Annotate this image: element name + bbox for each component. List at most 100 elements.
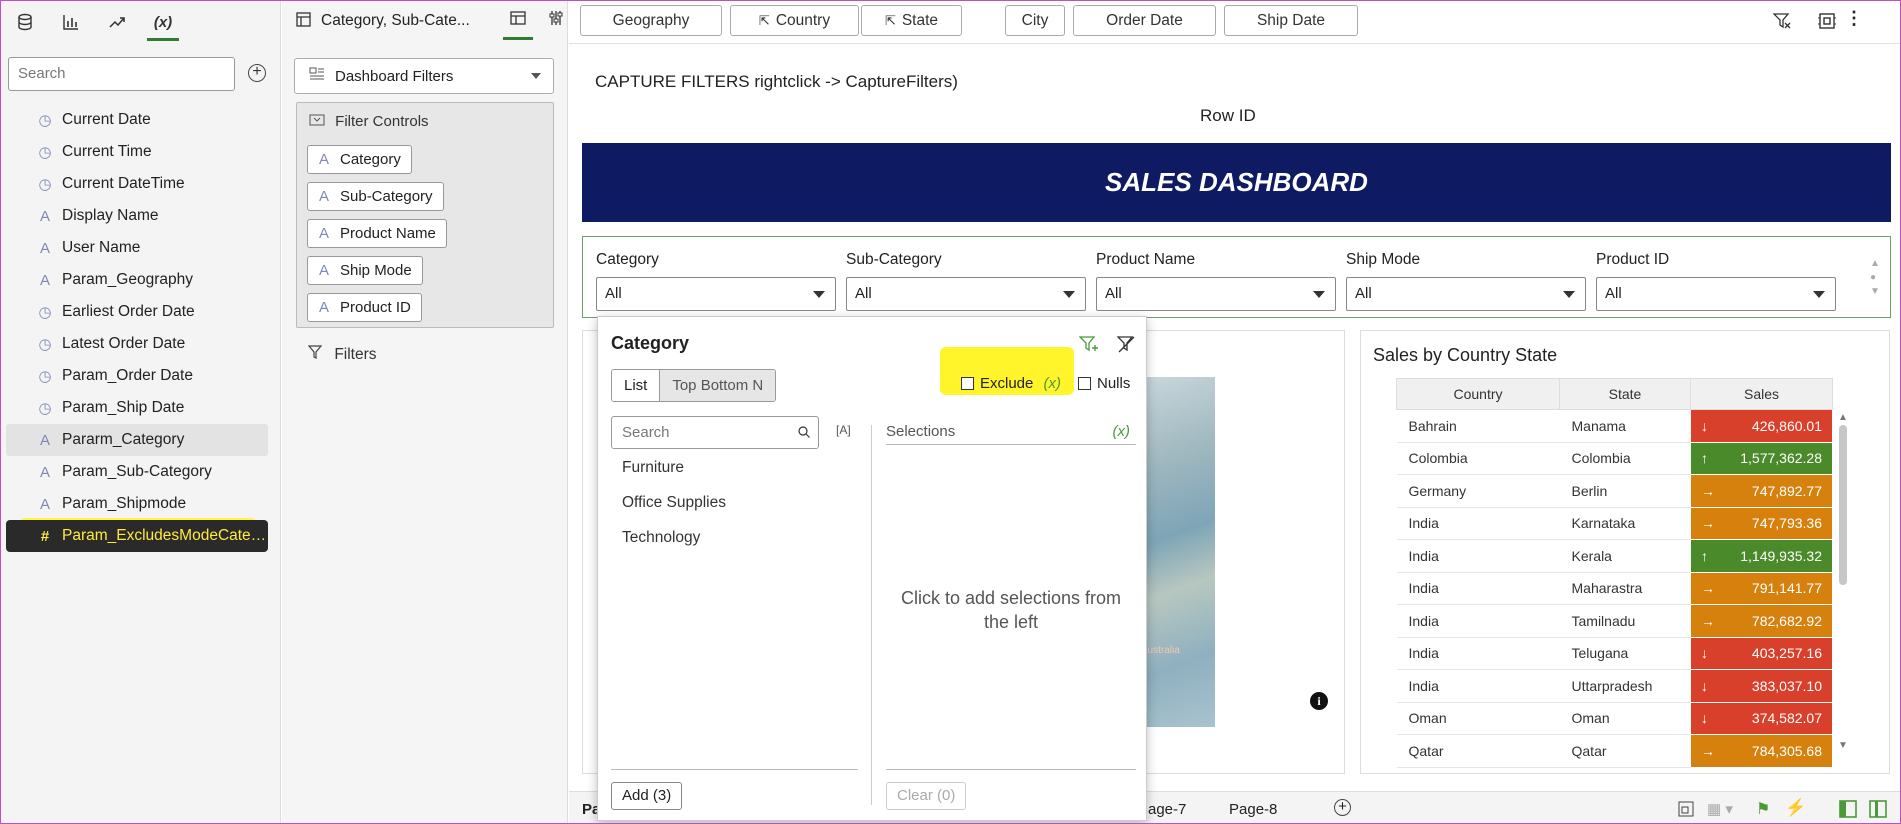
list-item[interactable]: Office Supplies: [622, 494, 726, 512]
filter-bar-scroll[interactable]: ▲ ● ▼: [1870, 257, 1882, 299]
pill-state[interactable]: ⇱ State: [861, 5, 962, 36]
table-row[interactable]: India Uttarpradesh ↓ 383,037.10: [1396, 669, 1833, 703]
list-item[interactable]: ◷ Param_Order Date: [0, 360, 281, 392]
col-header-sales[interactable]: Sales: [1690, 378, 1833, 410]
list-item[interactable]: ◷ Earliest Order Date: [0, 296, 281, 328]
tab-list[interactable]: List: [612, 370, 661, 401]
chip-product-id[interactable]: A Product ID: [307, 293, 422, 322]
chip-product-name[interactable]: A Product Name: [307, 219, 447, 248]
chip-label: Product Name: [340, 225, 436, 242]
table-scrollbar[interactable]: ▲ ▼: [1837, 412, 1849, 764]
list-item[interactable]: Technology: [622, 529, 700, 547]
filter-add-icon[interactable]: [1078, 335, 1099, 359]
visualization-title[interactable]: Category, Sub-Cate...: [321, 12, 491, 30]
pill-order-date[interactable]: Order Date: [1073, 5, 1216, 36]
variables-tab[interactable]: (x): [147, 9, 179, 41]
table-row[interactable]: Bahrain Manama ↓ 426,860.01: [1396, 409, 1833, 443]
panel-right-icon[interactable]: [1869, 800, 1887, 822]
chip-sub-category[interactable]: A Sub-Category: [307, 182, 444, 211]
filter-product-name-select[interactable]: All: [1096, 277, 1336, 311]
col-header-state[interactable]: State: [1559, 378, 1691, 410]
capture-filters-icon[interactable]: [1817, 11, 1837, 35]
pill-city[interactable]: City: [1005, 5, 1065, 36]
table-row[interactable]: India Telugana ↓ 403,257.16: [1396, 636, 1833, 670]
scroll-down-icon[interactable]: ▼: [1837, 740, 1849, 751]
variable-icon[interactable]: (x): [1113, 423, 1131, 440]
list-item[interactable]: # Param_ExcludesModeCate…: [6, 520, 268, 552]
cell-sales: → 782,682.92: [1690, 604, 1833, 638]
table-row[interactable]: Oman Oman ↓ 374,582.07: [1396, 701, 1833, 735]
page-tab-8[interactable]: Page-8: [1229, 801, 1277, 818]
col-header-country[interactable]: Country: [1396, 378, 1560, 410]
filter-ship-mode-select[interactable]: All: [1346, 277, 1586, 311]
clear-button[interactable]: Clear (0): [886, 782, 967, 810]
list-item[interactable]: A Display Name: [0, 200, 281, 232]
popup-tabs: List Top Bottom N: [611, 369, 777, 402]
nulls-option[interactable]: Nulls: [1078, 375, 1130, 392]
add-page-icon[interactable]: +: [1334, 799, 1351, 816]
table-row[interactable]: India Tamilnadu → 782,682.92: [1396, 604, 1833, 638]
layout-icon[interactable]: [503, 10, 533, 40]
chip-ship-mode[interactable]: A Ship Mode: [307, 256, 423, 285]
filter-clear-icon[interactable]: [1772, 12, 1791, 34]
exclude-option[interactable]: Exclude (x): [961, 375, 1061, 392]
table-row[interactable]: Colombia Colombia ↑ 1,577,362.28: [1396, 441, 1833, 475]
sales-value: 383,037.10: [1751, 677, 1822, 694]
list-item[interactable]: ◷ Current Time: [0, 136, 281, 168]
filter-remove-icon[interactable]: [1116, 335, 1137, 359]
table-row[interactable]: India Maharastra → 791,141.77: [1396, 571, 1833, 605]
text-param-icon: A: [319, 151, 330, 168]
list-item[interactable]: A User Name: [0, 232, 281, 264]
filter-product-id-select[interactable]: All: [1596, 277, 1836, 311]
popup-search-input[interactable]: Search: [611, 416, 819, 449]
pill-country[interactable]: ⇱ Country: [730, 5, 859, 36]
list-item[interactable]: ◷ Param_Ship Date: [0, 392, 281, 424]
brush-icon[interactable]: ⚑: [1756, 799, 1770, 819]
list-item[interactable]: A Param_Sub-Category: [0, 456, 281, 488]
search-input[interactable]: Search: [8, 57, 235, 91]
list-item[interactable]: A Param_Geography: [0, 264, 281, 296]
list-item[interactable]: Furniture: [622, 459, 684, 477]
scroll-up-icon[interactable]: ▲: [1837, 412, 1849, 423]
filters-section[interactable]: Filters: [307, 345, 377, 364]
list-item[interactable]: ◷ Latest Order Date: [0, 328, 281, 360]
panel-left-icon[interactable]: [1839, 800, 1857, 822]
variable-icon[interactable]: (x): [1044, 375, 1062, 392]
dashboard-filters-select[interactable]: Dashboard Filters: [294, 58, 554, 94]
nulls-checkbox[interactable]: [1078, 377, 1091, 390]
info-icon[interactable]: i: [1310, 692, 1328, 710]
exclude-checkbox[interactable]: [961, 377, 974, 390]
scroll-thumb[interactable]: [1839, 425, 1847, 585]
table-row[interactable]: Germany Berlin → 747,892.77: [1396, 474, 1833, 508]
grid-layout-icon[interactable]: ▦ ▾: [1707, 800, 1733, 818]
table-row[interactable]: India Kerala ↑ 1,149,935.32: [1396, 539, 1833, 573]
list-item[interactable]: A Pararm_Category: [6, 424, 268, 456]
table-row[interactable]: India Karnataka → 747,793.36: [1396, 506, 1833, 540]
table-row[interactable]: Qatar Qatar → 784,305.68: [1396, 734, 1833, 768]
funnel-icon: [307, 345, 326, 363]
pill-geography[interactable]: Geography: [580, 5, 722, 36]
auto-apply-icon[interactable]: ⚡: [1785, 798, 1806, 818]
list-item[interactable]: ◷ Current DateTime: [0, 168, 281, 200]
data-icon[interactable]: [12, 9, 38, 35]
page-tab-7[interactable]: age-7: [1148, 801, 1186, 818]
trend-icon[interactable]: [104, 9, 130, 35]
canvas-layout-icon[interactable]: [1677, 800, 1695, 822]
cell-sales: ↓ 403,257.16: [1690, 636, 1833, 670]
chip-category[interactable]: A Category: [307, 145, 412, 174]
add-button[interactable]: Add (3): [611, 782, 683, 810]
case-sensitive-icon[interactable]: [A]: [836, 423, 851, 437]
map-visual[interactable]: australia: [1140, 377, 1215, 727]
filter-sub-category-select[interactable]: All: [846, 277, 1086, 311]
tab-top-bottom-n[interactable]: Top Bottom N: [660, 370, 776, 401]
more-icon[interactable]: ⋮: [1845, 8, 1863, 29]
filter-product-id: Product ID All: [1596, 251, 1836, 311]
properties-icon[interactable]: [545, 10, 567, 32]
filter-category-select[interactable]: All: [596, 277, 836, 311]
list-item[interactable]: ◷ Current Date: [0, 104, 281, 136]
chart-icon[interactable]: [58, 9, 84, 35]
sales-value: 426,860.01: [1751, 417, 1822, 434]
list-item[interactable]: A Param_Shipmode: [0, 488, 281, 520]
add-icon[interactable]: +: [248, 64, 266, 82]
pill-ship-date[interactable]: Ship Date: [1224, 5, 1358, 36]
